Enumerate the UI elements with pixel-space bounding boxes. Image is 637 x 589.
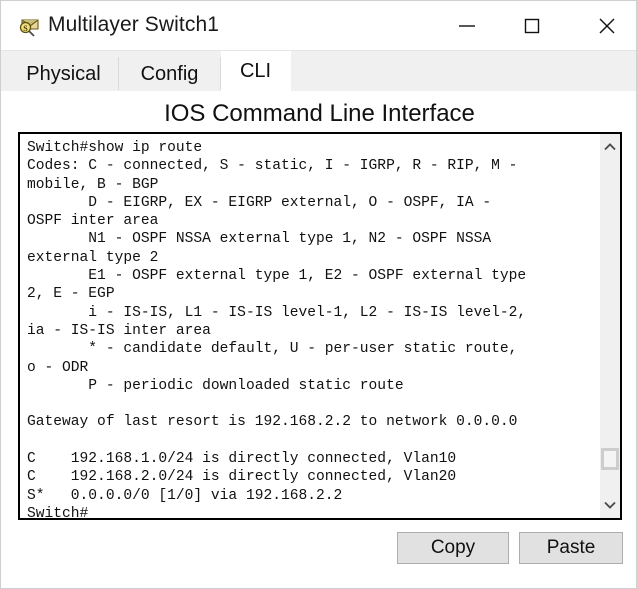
cli-panel: IOS Command Line Interface Switch#show i… [1,91,636,588]
tab-config-label: Config [140,62,199,85]
tab-physical[interactable]: Physical [9,57,119,91]
scroll-down-button[interactable] [600,495,620,515]
scrollbar-thumb[interactable] [601,448,619,470]
tab-physical-label: Physical [26,62,101,85]
paste-button-label: Paste [546,537,596,558]
multilayer-switch-icon: S [17,15,41,39]
cli-output-text[interactable]: Switch#show ip route Codes: C - connecte… [20,134,600,518]
scrollbar-track[interactable] [600,157,620,495]
chevron-up-icon [604,143,616,151]
tab-cli[interactable]: CLI [221,51,291,91]
maximize-icon [524,18,540,34]
cli-scrollbar[interactable] [599,134,620,518]
tab-config[interactable]: Config [119,57,221,91]
paste-button[interactable]: Paste [519,532,623,564]
tab-cli-label: CLI [239,59,272,82]
scroll-up-button[interactable] [600,137,620,157]
close-button[interactable] [584,9,630,43]
close-icon [599,18,615,34]
minimize-button[interactable] [444,9,490,43]
maximize-button[interactable] [509,9,555,43]
window-title: Multilayer Switch1 [48,13,220,36]
copy-button-label: Copy [430,537,476,558]
chevron-down-icon [604,501,616,509]
copy-button[interactable]: Copy [397,532,509,564]
tab-strip: Physical Config CLI [1,51,636,91]
multilayer-switch-window: S Multilayer Switch1 Physical Config CLI… [0,0,637,589]
svg-text:S: S [23,24,28,33]
minimize-icon [459,25,475,27]
panel-heading: IOS Command Line Interface [164,100,475,127]
cli-terminal[interactable]: Switch#show ip route Codes: C - connecte… [18,132,622,520]
title-bar: S Multilayer Switch1 [1,1,636,51]
